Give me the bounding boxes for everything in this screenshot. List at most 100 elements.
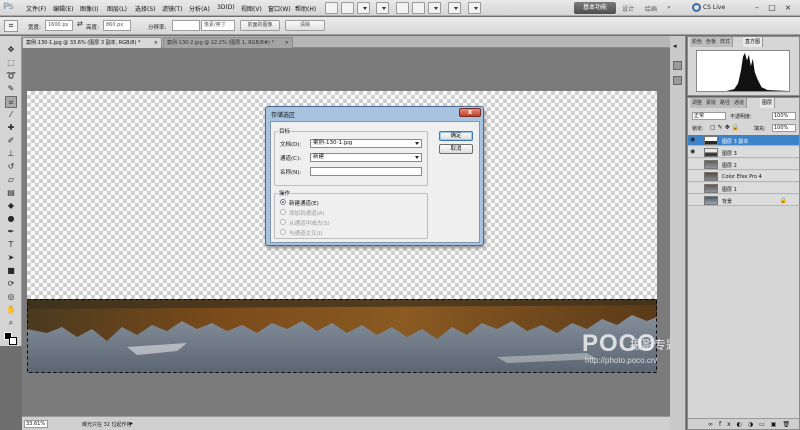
tab-masks[interactable]: 蒙版: [704, 98, 720, 108]
visibility-eye-icon[interactable]: [690, 173, 697, 179]
ok-button[interactable]: 确定: [439, 131, 473, 141]
blur-tool-icon[interactable]: ◆: [5, 200, 17, 212]
pen-tool-icon[interactable]: ✒: [5, 226, 17, 238]
zoom-field[interactable]: 33.61%: [24, 420, 48, 428]
tab-color[interactable]: 颜色: [690, 37, 706, 47]
tab-channels[interactable]: 通道: [732, 98, 748, 108]
tab-document-1[interactable]: 案例-130-1.jpg @ 33.6% (图层 3 副本, RGB/8) * …: [22, 37, 162, 48]
3d-orbit-tool-icon[interactable]: ◎: [5, 291, 17, 303]
layer-row[interactable]: ◉ 图层 3: [688, 147, 799, 158]
hand-tool-icon[interactable]: ✋: [5, 304, 17, 316]
workspace-more-icon[interactable]: »: [667, 4, 671, 11]
history-panel-icon[interactable]: [673, 61, 682, 70]
history-brush-tool-icon[interactable]: ↺: [5, 161, 17, 173]
close-window-icon[interactable]: ×: [783, 3, 793, 13]
path-selection-tool-icon[interactable]: ➤: [5, 252, 17, 264]
cs-live-button[interactable]: CS Live: [703, 4, 725, 11]
height-input[interactable]: 860 px: [103, 20, 131, 31]
menu-analysis[interactable]: 分析(A): [189, 4, 210, 13]
channel-select[interactable]: 新建: [310, 153, 422, 162]
healing-brush-tool-icon[interactable]: ✚: [5, 122, 17, 134]
menu-edit[interactable]: 编辑(E): [53, 4, 73, 13]
width-input[interactable]: 1600 px: [45, 20, 73, 31]
menu-filter[interactable]: 滤镜(T): [162, 4, 182, 13]
menu-file[interactable]: 文件(F): [26, 4, 46, 13]
tab-histogram[interactable]: 直方图: [743, 37, 764, 47]
actions-panel-icon[interactable]: [673, 76, 682, 85]
lock-icons[interactable]: ▢✎✥🔒: [710, 124, 741, 131]
minimize-icon[interactable]: –: [752, 3, 762, 13]
arrange-documents-icon[interactable]: [448, 2, 461, 14]
crop-tool-icon[interactable]: ⌗: [5, 96, 17, 108]
visibility-eye-icon[interactable]: ◉: [690, 137, 697, 143]
eyedropper-tool-icon[interactable]: ⁄: [5, 109, 17, 121]
type-tool-icon[interactable]: T: [5, 239, 17, 251]
visibility-eye-icon[interactable]: [690, 197, 697, 203]
tab-layers[interactable]: 图层: [760, 98, 776, 108]
status-menu-icon[interactable]: ▸: [130, 420, 133, 427]
front-image-button[interactable]: 前面的图像: [240, 20, 280, 31]
menu-3d[interactable]: 3D(D): [217, 4, 235, 11]
visibility-eye-icon[interactable]: ◉: [690, 149, 697, 155]
quick-selection-tool-icon[interactable]: ✎: [5, 83, 17, 95]
3d-rotate-tool-icon[interactable]: ⟳: [5, 278, 17, 290]
eraser-tool-icon[interactable]: ▱: [5, 174, 17, 186]
workspace-essentials-button[interactable]: 基本功能: [574, 2, 616, 14]
tab-swatches[interactable]: 色板: [704, 37, 720, 47]
panel-collapse-icon[interactable]: ◂: [673, 42, 677, 50]
swap-icon[interactable]: ⇄: [77, 20, 83, 28]
cancel-button[interactable]: 取消: [439, 144, 473, 154]
zoom-tool-icon[interactable]: ⌕: [5, 317, 17, 329]
tab-document-2[interactable]: 案例-130-2.jpg @ 22.2% (图层 1, RGB/8#) * ×: [163, 37, 293, 48]
fill-input[interactable]: 100%: [772, 124, 796, 132]
shape-tool-icon[interactable]: ■: [5, 265, 17, 277]
move-tool-icon[interactable]: ✥: [5, 44, 17, 56]
layer-row[interactable]: ◉ 图层 3 副本: [688, 135, 799, 146]
dialog-close-icon[interactable]: x: [459, 108, 481, 117]
zoom-level-icon[interactable]: [376, 2, 389, 14]
screen-mode-icon[interactable]: [468, 2, 481, 14]
visibility-eye-icon[interactable]: [690, 185, 697, 191]
tab-paths[interactable]: 路径: [718, 98, 734, 108]
opacity-input[interactable]: 100%: [772, 112, 796, 120]
resolution-unit-select[interactable]: 像素/英寸: [201, 20, 235, 31]
document-select[interactable]: 案例-130-1.jpg: [310, 139, 422, 148]
menu-help[interactable]: 帮助(H): [295, 4, 316, 13]
resolution-input[interactable]: [172, 20, 200, 31]
minibridge-icon[interactable]: [341, 2, 354, 14]
workspace-painting-link[interactable]: 绘画: [645, 4, 657, 13]
menu-view[interactable]: 视图(V): [241, 4, 262, 13]
landscape-photo[interactable]: [27, 299, 657, 373]
visibility-eye-icon[interactable]: [690, 161, 697, 167]
restore-icon[interactable]: □: [767, 3, 777, 13]
clear-button[interactable]: 清除: [285, 20, 325, 31]
blend-mode-select[interactable]: 正常: [692, 112, 726, 120]
name-input[interactable]: [310, 167, 422, 176]
menu-select[interactable]: 选择(S): [135, 4, 156, 13]
tab-adjustments[interactable]: 调整: [690, 98, 706, 108]
brush-tool-icon[interactable]: ✐: [5, 135, 17, 147]
layers-panel-footer-icons[interactable]: ∞fx◐◑▭▣🗑: [688, 418, 799, 429]
extras-icon[interactable]: [357, 2, 370, 14]
lasso-tool-icon[interactable]: ➰: [5, 70, 17, 82]
background-color-swatch[interactable]: [9, 337, 17, 345]
tab-styles[interactable]: 样式: [718, 37, 734, 47]
layer-row[interactable]: Color Efex Pro 4: [688, 171, 799, 182]
rotate-view-icon[interactable]: [428, 2, 441, 14]
gradient-tool-icon[interactable]: ▤: [5, 187, 17, 199]
layer-row[interactable]: 背景 🔒: [688, 195, 799, 206]
dodge-tool-icon[interactable]: ●: [5, 213, 17, 225]
marquee-tool-icon[interactable]: ⬚: [5, 57, 17, 69]
zoom-icon[interactable]: [412, 2, 425, 14]
layer-row[interactable]: 图层 1: [688, 183, 799, 194]
crop-tool-preset-icon[interactable]: ⌗: [4, 20, 18, 32]
hand-icon[interactable]: [396, 2, 409, 14]
menu-image[interactable]: 图像(I): [80, 4, 98, 13]
menu-window[interactable]: 窗口(W): [268, 4, 291, 13]
layer-row[interactable]: 图层 2: [688, 159, 799, 170]
radio-new-channel[interactable]: [280, 199, 286, 205]
clone-stamp-tool-icon[interactable]: ⊥: [5, 148, 17, 160]
menu-layer[interactable]: 图层(L): [107, 4, 127, 13]
workspace-design-link[interactable]: 设计: [622, 4, 634, 13]
bridge-icon[interactable]: [325, 2, 338, 14]
